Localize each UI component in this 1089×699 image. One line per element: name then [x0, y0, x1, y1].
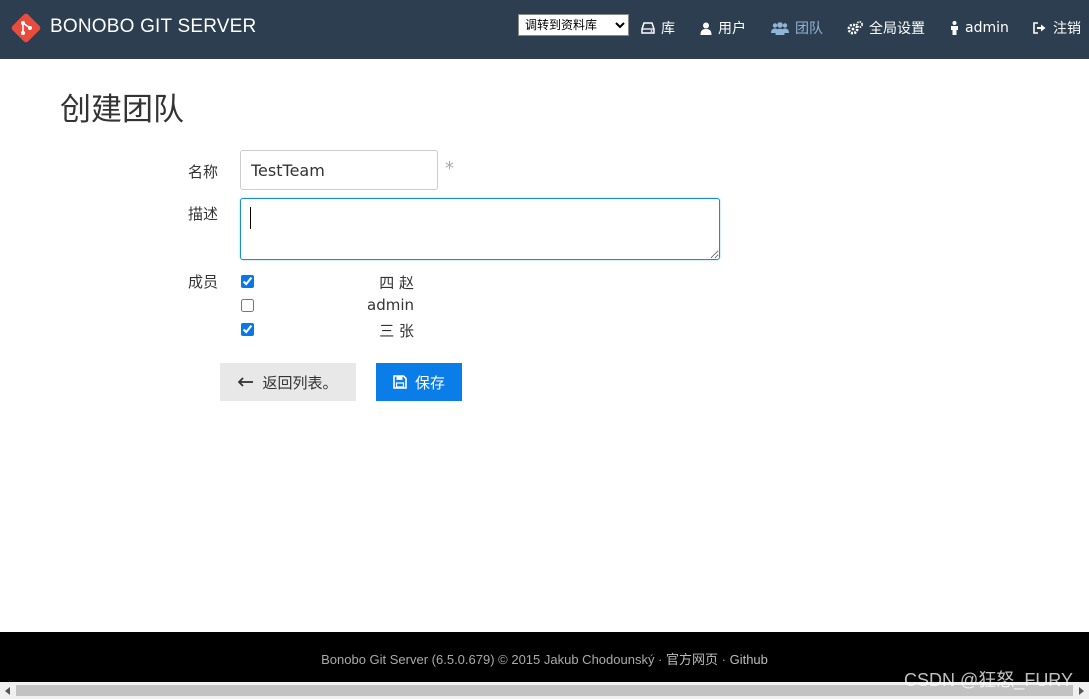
member-name: 三 张 [379, 322, 414, 340]
nav-repositories[interactable]: 库 [641, 18, 675, 38]
member-row: 四 赵 [240, 272, 420, 292]
cogs-icon [847, 21, 863, 35]
user-icon [700, 22, 712, 35]
nav-label: 注销 [1053, 21, 1081, 37]
scroll-right-arrow-icon[interactable] [1073, 682, 1089, 699]
nav-label: admin [965, 20, 1009, 36]
text-caret [250, 207, 251, 229]
footer-separator: · [718, 652, 730, 667]
page-title: 创建团队 [60, 92, 184, 128]
back-button-label: 返回列表。 [262, 373, 338, 392]
team-name-input[interactable] [240, 150, 438, 190]
team-description-textarea[interactable] [240, 198, 720, 260]
floppy-disk-icon [393, 375, 407, 389]
top-navbar: BONOBO GIT SERVER 调转到资料库 库 用户 团队 全局设置 ad… [0, 0, 1089, 59]
back-to-list-button[interactable]: 返回列表。 [220, 363, 356, 401]
nav-label: 全局设置 [869, 21, 925, 37]
team-icon [771, 21, 789, 35]
member-name: admin [367, 296, 414, 314]
save-button[interactable]: 保存 [376, 363, 462, 401]
arrow-left-icon [238, 377, 254, 387]
brand-title[interactable]: BONOBO GIT SERVER [50, 16, 256, 38]
required-mark: * [445, 158, 454, 179]
watermark-text: CSDN @狂怒_FURY [904, 670, 1073, 690]
member-checkbox[interactable] [241, 275, 254, 288]
description-label: 描述 [188, 205, 219, 223]
nav-label: 用户 [718, 21, 746, 37]
hdd-icon [641, 22, 655, 34]
nav-users[interactable]: 用户 [700, 18, 746, 38]
save-button-label: 保存 [414, 373, 445, 392]
person-icon [951, 21, 958, 35]
nav-label: 团队 [795, 21, 823, 37]
name-label: 名称 [188, 163, 219, 181]
scroll-left-arrow-icon[interactable] [0, 682, 16, 699]
repo-jump-select[interactable]: 调转到资料库 [518, 14, 629, 36]
nav-global-settings[interactable]: 全局设置 [847, 18, 925, 38]
member-checkbox[interactable] [241, 299, 254, 312]
nav-teams[interactable]: 团队 [771, 18, 823, 38]
member-row: admin [240, 296, 420, 316]
official-site-link[interactable]: 官方网页 [666, 652, 718, 667]
member-checkbox[interactable] [241, 323, 254, 336]
member-row: 三 张 [240, 320, 420, 340]
members-label: 成员 [188, 273, 219, 291]
footer-copyright: Bonobo Git Server (6.5.0.679) © 2015 Jak… [321, 652, 666, 667]
github-link[interactable]: Github [730, 652, 768, 667]
member-name: 四 赵 [379, 274, 414, 292]
logout-icon [1033, 22, 1046, 34]
nav-logout[interactable]: 注销 [1033, 18, 1081, 38]
nav-admin-user[interactable]: admin [950, 18, 1009, 38]
git-logo-icon[interactable] [10, 12, 42, 44]
nav-label: 库 [661, 21, 675, 37]
